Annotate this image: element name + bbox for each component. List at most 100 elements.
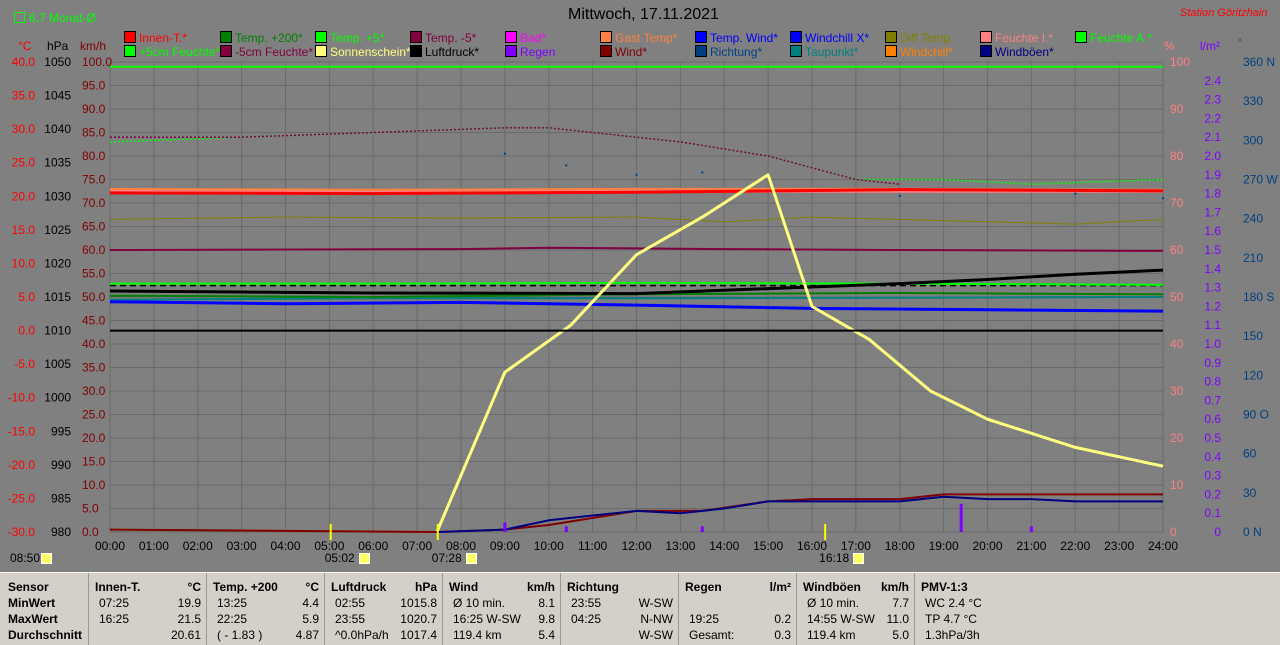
rain-tick-label: 0.5: [1204, 431, 1221, 445]
rain-tick-label: 1.1: [1204, 318, 1221, 332]
rain-tick-label: 2.0: [1204, 149, 1221, 163]
legend-item[interactable]: Diff Temp.: [885, 31, 954, 45]
sun-event-label: 16:18: [819, 551, 850, 565]
stats-cell-value: 4.4: [302, 596, 319, 610]
legend-swatch: [315, 31, 327, 43]
percent-tick-label: 40: [1170, 337, 1184, 351]
legend-label: +5cm Feuchte*: [139, 45, 221, 59]
kmh-tick-label: 30.0: [82, 384, 106, 398]
legend-label: Taupunkt*: [805, 45, 859, 59]
rain-tick-label: 0.8: [1204, 375, 1221, 389]
legend-item[interactable]: Feuchte I.*: [980, 31, 1053, 45]
legend-item[interactable]: Innen-T.*: [124, 31, 187, 45]
legend-swatch: [695, 31, 707, 43]
rain-bar: [503, 522, 507, 532]
legend-label: Richtung*: [710, 45, 763, 59]
stats-cell-value: W-SW: [638, 596, 673, 610]
stats-cell-value: 7.7: [892, 596, 909, 610]
chart-canvas: 00:00 01:00 02:00 03:00 04:00 05:00 06:00 07:00…: [8, 38, 1279, 553]
rain-bar: [564, 526, 568, 532]
sun-event-label: 08:50: [10, 551, 41, 565]
direction-dot: [898, 194, 901, 197]
kmh-tick-label: 5.0: [82, 502, 99, 516]
legend-item[interactable]: Gast Temp*: [600, 31, 677, 45]
x-tick-label: 13:00: [665, 539, 695, 553]
stats-column: Luftdruck hPa 02:55 1015.8 23:55 1020.7 ^0.0hP…: [324, 573, 443, 645]
stats-column-title: Richtung: [567, 580, 619, 594]
direction-tick-label: 0 N: [1243, 525, 1262, 539]
x-tick-label: 04:00: [270, 539, 300, 553]
rain-tick-label: 1.5: [1204, 243, 1221, 257]
legend-swatch: [885, 45, 897, 57]
percent-tick-label: 10: [1170, 478, 1184, 492]
legend-item[interactable]: Regen: [505, 45, 555, 59]
hpa-unit-label: hPa: [47, 39, 69, 53]
direction-dot: [1162, 197, 1164, 200]
legend-swatch: [695, 45, 707, 57]
rain-tick-label: 1.2: [1204, 299, 1221, 313]
monthly-average-text: 6.7 Monat-Ø: [29, 11, 96, 25]
legend-item[interactable]: Temp. +200*: [220, 31, 303, 45]
direction-tick-label: 180 S: [1243, 290, 1274, 304]
kmh-tick-label: 25.0: [82, 408, 106, 422]
stats-cell-label: ( - 1.83 ): [217, 628, 263, 642]
legend-label: Wind*: [615, 45, 648, 59]
celsius-tick-label: -30.0: [8, 525, 36, 539]
rain-tick-label: 0.9: [1204, 356, 1221, 370]
legend-label: Sonnenschein*: [330, 45, 411, 59]
celsius-unit-label: °C: [18, 39, 32, 53]
legend-item[interactable]: Richtung*: [695, 45, 762, 59]
legend-item[interactable]: Windchill*: [885, 45, 953, 59]
rain-tick-label: 1.8: [1204, 187, 1221, 201]
hpa-tick-label: 1030: [44, 189, 71, 203]
station-name: Station Göritzhain: [1180, 7, 1268, 19]
legend-item[interactable]: Wind*: [600, 45, 647, 59]
legend-label: Bad*: [520, 31, 547, 45]
legend-item[interactable]: Temp. -5*: [410, 31, 476, 45]
legend-item[interactable]: Windböen*: [980, 45, 1054, 59]
legend-item[interactable]: Temp. +5*: [315, 31, 384, 45]
stats-cell-value: 21.5: [177, 612, 201, 626]
celsius-tick-label: 35.0: [12, 89, 36, 103]
hpa-tick-label: 985: [51, 491, 71, 505]
legend-swatch: [980, 45, 992, 57]
direction-tick-label: 240: [1243, 212, 1263, 226]
page-title: Mittwoch, 17.11.2021: [568, 6, 719, 23]
legend-item[interactable]: Temp. Wind*: [695, 31, 778, 45]
legend-label: Temp. +5*: [330, 31, 385, 45]
kmh-tick-label: 10.0: [82, 478, 106, 492]
x-tick-label: 10:00: [534, 539, 564, 553]
legend-swatch: [220, 31, 232, 43]
rain-tick-label: 0.1: [1204, 506, 1221, 520]
rain-bar: [959, 503, 963, 532]
hpa-tick-label: 995: [51, 424, 71, 438]
legend-item[interactable]: Windchill X*: [790, 31, 869, 45]
direction-tick-label: 210: [1243, 251, 1263, 265]
direction-tick-label: 300: [1243, 133, 1263, 147]
legend-item[interactable]: Feuchte A.*: [1075, 31, 1152, 45]
legend-item[interactable]: Luftdruck*: [410, 45, 479, 59]
stats-cell-label: 04:25: [571, 612, 602, 626]
celsius-tick-label: 5.0: [18, 290, 35, 304]
sun-icon: [853, 553, 865, 564]
legend-item[interactable]: Sonnenschein*: [315, 45, 411, 59]
stats-cell-label: 07:25: [99, 596, 130, 610]
kmh-unit-label: km/h: [80, 39, 106, 53]
x-tick-label: 21:00: [1016, 539, 1046, 553]
stats-cell-label: ^0.0hPa/h: [335, 628, 389, 642]
stats-cell-label: 14:55 W-SW: [807, 612, 875, 626]
direction-dot: [1074, 192, 1077, 195]
legend-item[interactable]: +5cm Feuchte*: [124, 45, 220, 59]
x-tick-label: 24:00: [1148, 539, 1178, 553]
stats-column: Regen l/m² 19:25 0.2 Gesamt: 0.3: [678, 573, 797, 645]
monthly-average-label[interactable]: 6.7 Monat-Ø: [14, 11, 96, 25]
stats-cell-label: WC 2.4 °C: [925, 596, 982, 610]
x-tick-label: 00:00: [95, 539, 125, 553]
stats-cell-label: 23:55: [335, 612, 366, 626]
legend-item[interactable]: -5cm Feuchte*: [220, 45, 313, 59]
legend-label: Regen: [520, 45, 556, 59]
legend-item[interactable]: Bad*: [505, 31, 546, 45]
legend-swatch: [790, 45, 802, 57]
legend-item[interactable]: Taupunkt*: [790, 45, 858, 59]
direction-dot: [503, 152, 506, 155]
